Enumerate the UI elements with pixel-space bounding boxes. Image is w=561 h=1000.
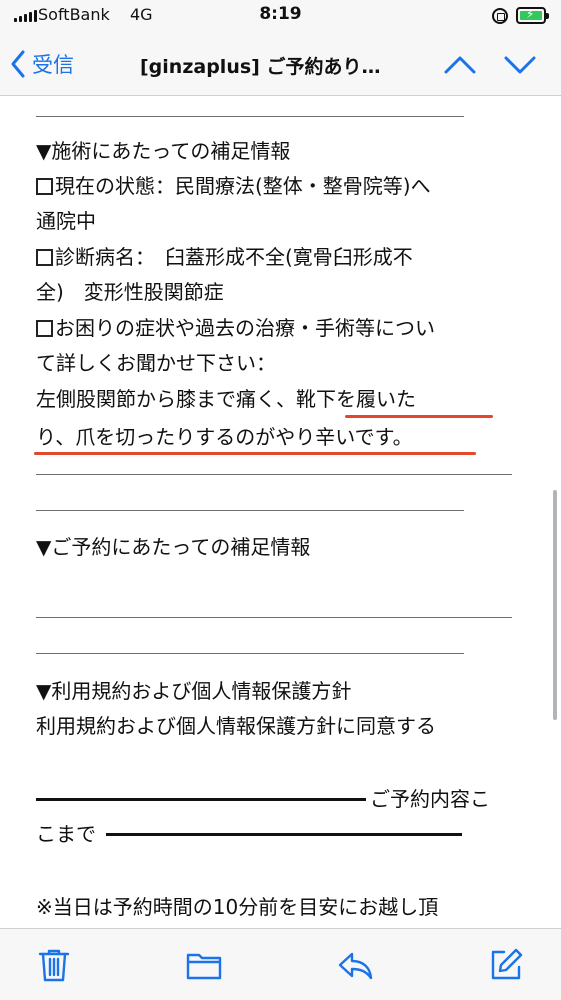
- highlight-underline: [34, 452, 476, 455]
- move-to-folder-button[interactable]: [186, 947, 222, 983]
- symptom-question-line: お困りの症状や過去の治療・手術等につい: [36, 315, 435, 341]
- reply-icon: [338, 952, 373, 980]
- back-to-inbox-button[interactable]: 受信: [10, 48, 74, 80]
- current-condition-line-2: 通院中: [36, 209, 96, 233]
- compose-button[interactable]: [488, 947, 524, 983]
- divider-line: [36, 617, 512, 618]
- checkbox-square-icon: [36, 249, 53, 266]
- chevron-up-icon: [444, 56, 476, 74]
- email-subject-title: [ginzaplus] ご予約あり…: [140, 56, 381, 78]
- section-heading-terms: ▼利用規約および個人情報保護方針: [36, 679, 352, 703]
- symptom-answer-line: 左側股関節から膝まで痛く、靴下を履いた: [36, 387, 416, 411]
- scrollbar-thumb[interactable]: [553, 490, 557, 720]
- battery-icon: ⚡: [516, 7, 549, 24]
- symptom-answer-line-2: り、爪を切ったりするのがやり辛いです。: [36, 425, 413, 449]
- arrival-notice-text: ※当日は予約時間の10分前を目安にお越し頂: [36, 895, 439, 919]
- email-body[interactable]: ▼施術にあたっての補足情報 現在の状態：民間療法(整体・整骨院等)へ 通院中 診…: [0, 96, 561, 928]
- divider-line: [36, 474, 512, 475]
- orientation-lock-icon: [492, 8, 508, 24]
- end-marker-text-2: こまで: [36, 822, 96, 846]
- mail-toolbar: [0, 928, 561, 1000]
- highlight-underline: [345, 415, 493, 418]
- current-condition-line: 現在の状態：民間療法(整体・整骨院等)へ: [36, 173, 431, 199]
- terms-agreement-text: 利用規約および個人情報保護方針に同意する: [36, 714, 436, 738]
- checkbox-square-icon: [36, 320, 53, 337]
- chevron-left-icon: [11, 50, 25, 78]
- folder-icon: [186, 953, 222, 980]
- next-message-button[interactable]: [500, 50, 540, 80]
- diagnosis-line-2: 全) 変形性股関節症: [36, 280, 224, 304]
- bold-divider: [106, 833, 462, 836]
- bold-divider: [36, 798, 366, 801]
- checkbox-square-icon: [36, 178, 53, 195]
- section-heading-treatment: ▼施術にあたっての補足情報: [36, 139, 291, 163]
- symptom-question-line-2: て詳しくお聞かせ下さい：: [36, 351, 276, 375]
- end-marker-text: ご予約内容こ: [370, 787, 490, 811]
- previous-message-button[interactable]: [440, 50, 480, 80]
- compose-icon: [491, 948, 523, 980]
- divider-line: [36, 116, 464, 117]
- chevron-down-icon: [504, 56, 536, 74]
- back-button-label: 受信: [32, 53, 74, 77]
- delete-button[interactable]: [36, 947, 72, 983]
- trash-icon: [38, 949, 70, 982]
- section-heading-booking: ▼ご予約にあたっての補足情報: [36, 535, 311, 559]
- divider-line: [36, 653, 464, 654]
- diagnosis-line: 診断病名： 臼蓋形成不全(寛骨臼形成不: [36, 244, 413, 270]
- reply-button[interactable]: [337, 947, 373, 983]
- mail-nav-bar: 受信 [ginzaplus] ご予約あり…: [0, 34, 561, 96]
- divider-line: [36, 510, 464, 511]
- status-time: 8:19: [259, 4, 302, 24]
- status-bar: SoftBank 4G 8:19 ⚡: [0, 0, 561, 34]
